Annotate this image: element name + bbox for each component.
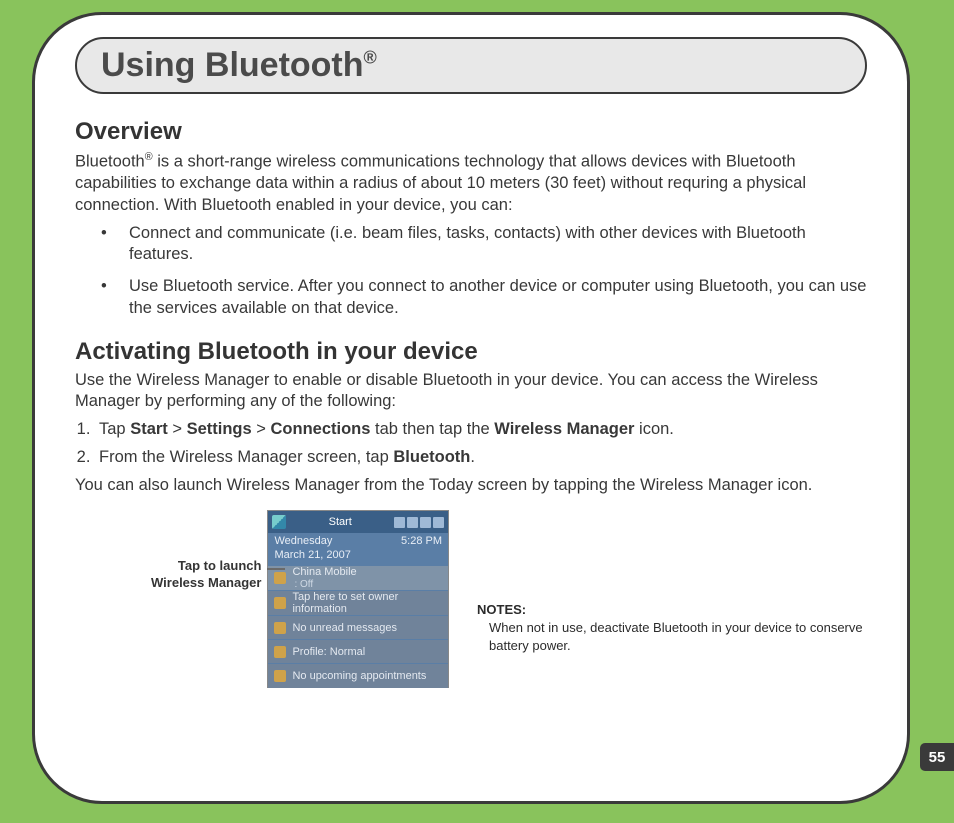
activate-after: You can also launch Wireless Manager fro…: [75, 475, 867, 497]
overview-intro: Bluetooth® is a short-range wireless com…: [75, 150, 867, 217]
calendar-icon: [274, 670, 286, 682]
status-icons: [394, 517, 444, 528]
status-icon: [433, 517, 444, 528]
screenshot-messages-item: No unread messages: [268, 615, 448, 639]
screenshot-carrier-item: China Mobile : Off: [268, 565, 448, 590]
screenshot-profile-item: Profile: Normal: [268, 639, 448, 663]
screenshot-time: 5:28 PM: [401, 535, 442, 563]
title-bar: Using Bluetooth®: [75, 37, 867, 94]
screenshot-date-row: Wednesday March 21, 2007 5:28 PM: [268, 533, 448, 565]
notes-block: NOTES: When not in use, deactivate Bluet…: [477, 602, 867, 654]
screenshot-titlebar: Start: [268, 511, 448, 533]
wireless-manager-icon: [274, 572, 286, 584]
activate-heading: Activating Bluetooth in your device: [75, 338, 867, 366]
carrier-name: China Mobile: [292, 566, 356, 578]
overview-heading: Overview: [75, 118, 867, 146]
title-text: Using Bluetooth: [101, 46, 364, 84]
screenshot-day: Wednesday: [274, 535, 350, 549]
notes-body: When not in use, deactivate Bluetooth in…: [477, 619, 867, 654]
device-screenshot: Start Wednesday March 21, 2007 5:28 PM: [267, 510, 449, 688]
page-title: Using Bluetooth®: [101, 45, 841, 86]
callout-line-1: Tap to launch: [178, 558, 262, 573]
content-inner: Using Bluetooth® Overview Bluetooth® is …: [75, 37, 867, 771]
messages-icon: [274, 622, 286, 634]
screenshot-date: March 21, 2007: [274, 549, 350, 563]
title-registered: ®: [364, 48, 377, 68]
screenshot-callout: Tap to launch Wireless Manager: [75, 510, 267, 592]
overview-bullets: Connect and communicate (i.e. beam files…: [101, 223, 867, 320]
activate-step-1: Tap Start > Settings > Connections tab t…: [95, 419, 867, 441]
status-icon: [407, 517, 418, 528]
page-number-tab: 55: [920, 743, 954, 771]
overview-bullet-2: Use Bluetooth service. After you connect…: [101, 276, 867, 320]
content-panel: Using Bluetooth® Overview Bluetooth® is …: [32, 12, 910, 804]
carrier-sub: : Off: [294, 579, 313, 590]
callout-leader-line: [267, 568, 285, 570]
page-number: 55: [929, 749, 946, 766]
status-icon: [420, 517, 431, 528]
page-root: Using Bluetooth® Overview Bluetooth® is …: [0, 0, 954, 823]
profile-icon: [274, 646, 286, 658]
screenshot-row: Tap to launch Wireless Manager Start Wed…: [75, 510, 867, 688]
activate-intro: Use the Wireless Manager to enable or di…: [75, 370, 867, 414]
activate-step-2: From the Wireless Manager screen, tap Bl…: [95, 447, 867, 469]
start-flag-icon: [272, 515, 286, 529]
status-icon: [394, 517, 405, 528]
activate-steps: Tap Start > Settings > Connections tab t…: [95, 419, 867, 469]
screenshot-list: China Mobile : Off Tap here to set owner…: [268, 565, 448, 688]
start-label: Start: [329, 516, 352, 528]
screenshot-owner-item: Tap here to set owner information: [268, 590, 448, 615]
screenshot-appointments-item: No upcoming appointments: [268, 663, 448, 687]
notes-label: NOTES:: [477, 602, 867, 617]
owner-icon: [274, 597, 286, 609]
overview-bullet-1: Connect and communicate (i.e. beam files…: [101, 223, 867, 267]
callout-line-2: Wireless Manager: [151, 575, 261, 590]
